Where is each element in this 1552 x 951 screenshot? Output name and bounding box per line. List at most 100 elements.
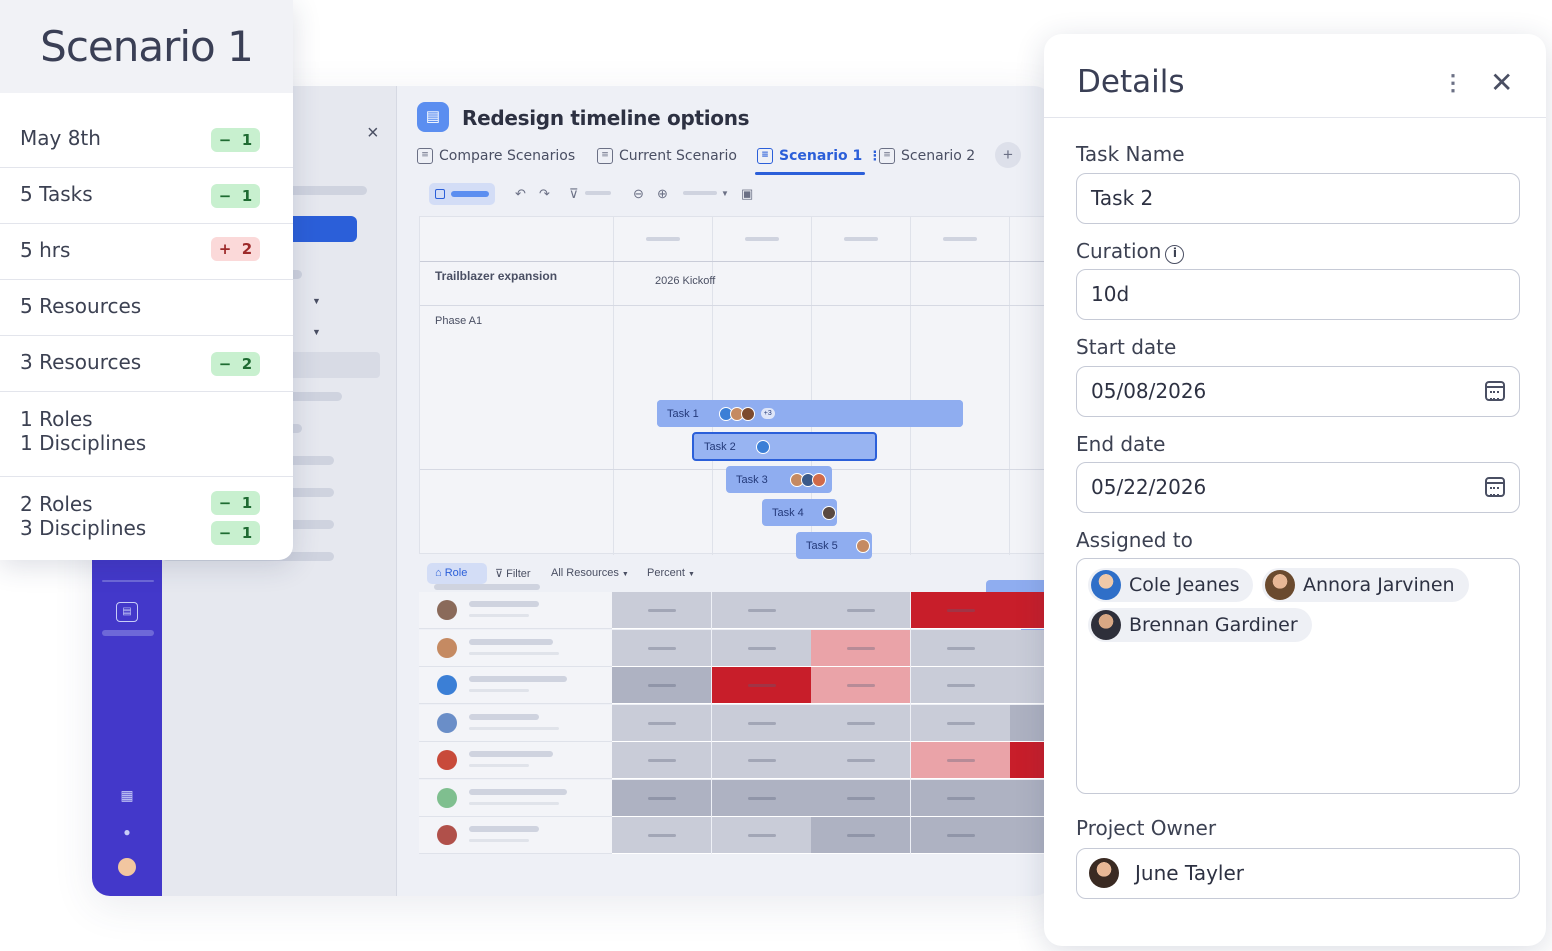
percent-dropdown[interactable]: Percent ▼ [647,567,695,579]
heatmap-cell[interactable] [612,817,711,854]
resource-row[interactable] [419,817,1052,854]
apps-grid-icon[interactable]: ▦ [118,786,136,804]
project-icon: ▤ [417,102,449,132]
resource-row[interactable] [419,742,1052,779]
heatmap-cell[interactable] [811,592,910,629]
resource-row[interactable] [419,592,1052,629]
placeholder-line [469,614,529,617]
chevron-down-icon[interactable]: ▼ [312,327,321,337]
heatmap-cell[interactable] [711,742,811,779]
zoom-out-icon[interactable]: ⊖ [633,186,644,202]
tab-scenario-1[interactable]: ≡ Scenario 1 ⋮ [757,144,881,168]
heatmap-cell[interactable] [612,779,711,817]
help-icon[interactable]: ● [118,823,136,841]
chevron-down-icon[interactable]: ▼ [312,296,321,306]
info-icon[interactable]: i [1165,245,1185,264]
tab-label: Compare Scenarios [439,148,576,164]
heatmap-cell[interactable] [811,629,910,667]
heatmap-cell[interactable] [910,629,1010,667]
owner-name: June Tayler [1135,861,1244,885]
task-5-bar[interactable]: Task 5 [796,532,872,559]
group-label: Trailblazer expansion [435,269,558,283]
heatmap-cell[interactable] [711,779,811,817]
role-button[interactable]: ⌂ Role [427,563,487,584]
user-avatar[interactable] [118,858,136,876]
view-toggle-button[interactable] [429,183,495,205]
start-date-input[interactable]: 05/08/2026 [1076,366,1520,417]
project-owner-input[interactable]: June Tayler [1076,848,1520,899]
resource-cell [419,704,612,742]
resource-cell [419,817,612,854]
add-scenario-button[interactable]: + [995,142,1021,168]
timeline-header-label [745,237,779,241]
placeholder-line [469,726,559,730]
assignee-name: Brennan Gardiner [1129,614,1298,636]
resource-cell [419,779,612,817]
assignee-chip[interactable]: Annora Jarvinen [1262,568,1469,602]
filter-icon[interactable]: ⊽ [569,186,579,202]
heatmap-cell[interactable] [711,704,811,742]
heatmap-cell[interactable] [612,704,711,742]
settings-icon[interactable]: ▣ [741,186,753,202]
resource-row[interactable] [419,629,1052,667]
filter-button[interactable]: ⊽ Filter [495,567,531,580]
close-pane-icon[interactable]: × [367,122,379,145]
heatmap-cell[interactable] [910,592,1010,629]
task-name-input[interactable]: Task 2 [1076,173,1520,224]
details-panel: Details ⋮ ✕ Task Name Task 2 Curation i 1… [1044,34,1546,946]
heatmap-cell[interactable] [711,629,811,667]
heatmap-cell[interactable] [910,742,1010,779]
heatmap-cell[interactable] [612,592,711,629]
more-options-icon[interactable]: ⋮ [1442,70,1464,96]
undo-icon[interactable]: ↶ [515,186,526,202]
heatmap-cell[interactable] [811,817,910,854]
resource-row[interactable] [419,667,1052,704]
calendar-icon[interactable] [1485,477,1505,497]
calendar-icon[interactable] [1485,381,1505,401]
zoom-select[interactable] [683,191,717,195]
heatmap-cell[interactable] [811,704,910,742]
heatmap-cell[interactable] [811,667,910,704]
heatmap-cell[interactable] [612,667,711,704]
heatmap-cell[interactable] [811,742,910,779]
placeholder-line [469,601,539,607]
resource-cell [419,742,612,779]
task-name-label: Task Name [1076,142,1185,166]
end-date-input[interactable]: 05/22/2026 [1076,462,1520,513]
heatmap-cell[interactable] [910,667,1010,704]
task-2-bar[interactable]: Task 2 [692,432,877,461]
duration-input[interactable]: 10d [1076,269,1520,320]
chevron-down-icon[interactable]: ▼ [721,189,729,198]
task-1-bar[interactable]: Task 1 +3 [657,400,963,427]
heatmap-cell[interactable] [711,667,811,704]
assignee-picker[interactable]: Cole Jeanes Annora Jarvinen Brennan Gard… [1076,558,1520,794]
task-4-bar[interactable]: Task 4 [762,499,837,526]
filter-label: Filter [506,568,531,580]
heatmap-cell[interactable] [711,592,811,629]
assignee-chip[interactable]: Cole Jeanes [1088,568,1254,602]
project-main: ▤ Redesign timeline options ≡ Compare Sc… [397,86,1052,896]
heatmap-cell[interactable] [612,742,711,779]
redo-icon[interactable]: ↷ [539,186,550,202]
heatmap-cell[interactable] [910,779,1010,817]
tab-scenario-2[interactable]: ≡ Scenario 2 [879,144,975,168]
zoom-in-icon[interactable]: ⊕ [657,186,668,202]
task-3-bar[interactable]: Task 3 [726,466,832,493]
heatmap-cell[interactable] [910,704,1010,742]
scenario-nav-icon[interactable]: ▤ [116,602,138,622]
assignee-name: Cole Jeanes [1129,574,1240,596]
heatmap-cell[interactable] [612,629,711,667]
heatmap-cell[interactable] [711,817,811,854]
placeholder-line [469,689,529,692]
close-icon[interactable]: ✕ [1490,66,1513,99]
tab-current-scenario[interactable]: ≡ Current Scenario [597,144,737,168]
resources-dropdown[interactable]: All Resources ▼ [551,567,629,579]
heatmap-cell[interactable] [910,817,1010,854]
tab-compare-scenarios[interactable]: ≡ Compare Scenarios [417,144,575,168]
resource-row[interactable] [419,779,1052,817]
assignee-avatars [718,406,755,421]
resource-row[interactable] [419,704,1052,742]
heatmap-cell[interactable] [811,779,910,817]
placeholder-line [469,826,539,832]
assignee-chip[interactable]: Brennan Gardiner [1088,608,1312,642]
